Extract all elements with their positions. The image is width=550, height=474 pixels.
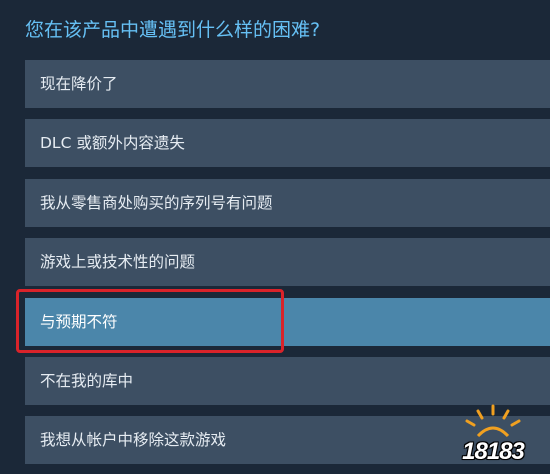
option-not-as-expected[interactable]: 与预期不符 — [25, 298, 550, 346]
option-price-dropped[interactable]: 现在降价了 — [25, 60, 550, 108]
option-dlc-missing[interactable]: DLC 或额外内容遗失 — [25, 119, 550, 167]
option-retail-key-problem[interactable]: 我从零售商处购买的序列号有问题 — [25, 179, 550, 227]
sun-rays-icon — [465, 404, 521, 438]
option-not-in-library[interactable]: 不在我的库中 — [25, 357, 550, 405]
watermark-logo: 18183 — [450, 402, 536, 466]
option-technical-issue[interactable]: 游戏上或技术性的问题 — [25, 238, 550, 286]
page-title: 您在该产品中遭遇到什么样的困难? — [25, 19, 321, 41]
watermark-text: 18183 — [462, 438, 525, 465]
